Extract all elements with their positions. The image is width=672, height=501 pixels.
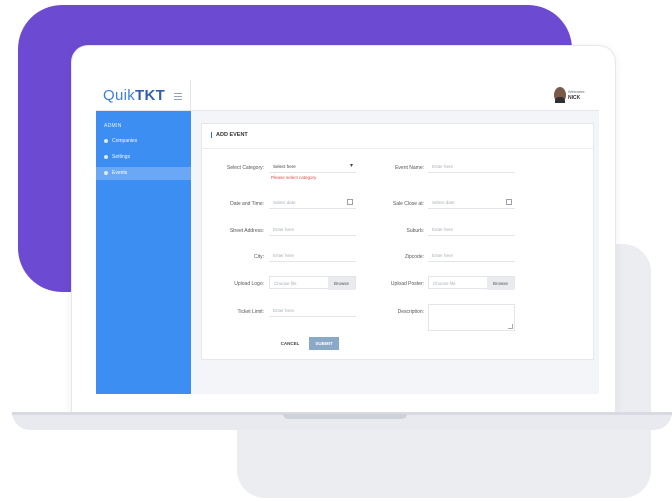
- ticket-limit-label: Ticket Limit:: [237, 309, 264, 315]
- user-name[interactable]: NICK: [568, 95, 580, 101]
- ticket-limit-placeholder: Enter here: [273, 308, 295, 313]
- poster-browse-button[interactable]: Browse: [487, 277, 514, 290]
- divider: [202, 148, 595, 149]
- sidebar-header: ADMIN: [104, 123, 122, 129]
- page-title: ADD EVENT: [211, 132, 248, 138]
- date-time-placeholder: Select date: [273, 200, 296, 205]
- submit-button[interactable]: SUBMIT: [309, 337, 339, 350]
- city-input[interactable]: Enter here: [269, 249, 356, 262]
- top-bar: [191, 80, 599, 111]
- suburb-placeholder: Enter here: [432, 227, 454, 232]
- date-time-label: Date and Time:: [230, 201, 264, 207]
- user-welcome: Welcome: [568, 89, 585, 94]
- brand-prefix: Quik: [103, 87, 136, 104]
- brand-suffix: TKT: [135, 87, 166, 104]
- category-error: Please select category: [271, 175, 317, 180]
- logo-file-input[interactable]: Choose file Browse: [269, 276, 356, 290]
- sidebar-item-companies[interactable]: Companies: [96, 135, 191, 148]
- description-label: Description:: [397, 309, 424, 315]
- sale-close-placeholder: Select date: [432, 200, 455, 205]
- sale-close-label: Sale Close at:: [392, 201, 424, 207]
- menu-toggle-icon[interactable]: [174, 93, 182, 102]
- suburb-input[interactable]: Enter here: [428, 223, 515, 236]
- gear-icon: [104, 155, 108, 159]
- street-placeholder: Enter here: [273, 227, 295, 232]
- poster-file-placeholder: Choose file: [433, 281, 456, 286]
- logo-label: Upload Logo:: [234, 281, 264, 287]
- app-screen: QuikTKT Welcome NICK ADMIN Companies Set…: [96, 80, 599, 394]
- sidebar-item-label: Settings: [112, 154, 131, 160]
- sidebar-item-label: Companies: [112, 138, 138, 144]
- date-time-input[interactable]: Select date: [269, 196, 356, 209]
- calendar-icon[interactable]: [347, 199, 353, 205]
- city-placeholder: Enter here: [273, 253, 295, 258]
- poster-label: Upload Poster:: [390, 281, 424, 287]
- event-name-placeholder: Enter here: [432, 164, 454, 169]
- sidebar-item-settings[interactable]: Settings: [96, 151, 191, 164]
- sale-close-input[interactable]: Select date: [428, 196, 515, 209]
- brand-logo[interactable]: QuikTKT: [103, 87, 165, 104]
- logo-file-placeholder: Choose file: [274, 281, 297, 286]
- zipcode-input[interactable]: Enter here: [428, 249, 515, 262]
- laptop-notch: [283, 414, 407, 419]
- logo-browse-button[interactable]: Browse: [328, 277, 355, 290]
- city-label: City:: [254, 254, 264, 260]
- main-content: ADD EVENT Select Category: Select here P…: [191, 111, 599, 394]
- zipcode-label: Zipcode:: [404, 254, 424, 260]
- event-name-input[interactable]: Enter here: [428, 160, 515, 173]
- street-input[interactable]: Enter here: [269, 223, 356, 236]
- suburb-label: Suburb:: [406, 228, 424, 234]
- ticket-limit-input[interactable]: Enter here: [269, 304, 356, 317]
- calendar-icon: [104, 171, 108, 175]
- category-label: Select Category:: [227, 165, 264, 171]
- avatar[interactable]: [554, 87, 566, 103]
- event-name-label: Event Name:: [395, 165, 424, 171]
- zipcode-placeholder: Enter here: [432, 253, 454, 258]
- cancel-button[interactable]: CANCEL: [275, 337, 305, 350]
- poster-file-input[interactable]: Choose file Browse: [428, 276, 515, 290]
- sidebar-item-events[interactable]: Events: [96, 167, 191, 180]
- category-select[interactable]: Select here: [269, 160, 356, 173]
- building-icon: [104, 139, 108, 143]
- street-label: Street Address:: [229, 228, 264, 234]
- calendar-icon[interactable]: [506, 199, 512, 205]
- description-textarea[interactable]: [428, 304, 515, 331]
- category-value: Select here: [273, 164, 296, 169]
- add-event-card: ADD EVENT Select Category: Select here P…: [201, 123, 595, 360]
- sidebar-item-label: Events: [112, 170, 128, 176]
- brand-header: QuikTKT: [96, 80, 191, 111]
